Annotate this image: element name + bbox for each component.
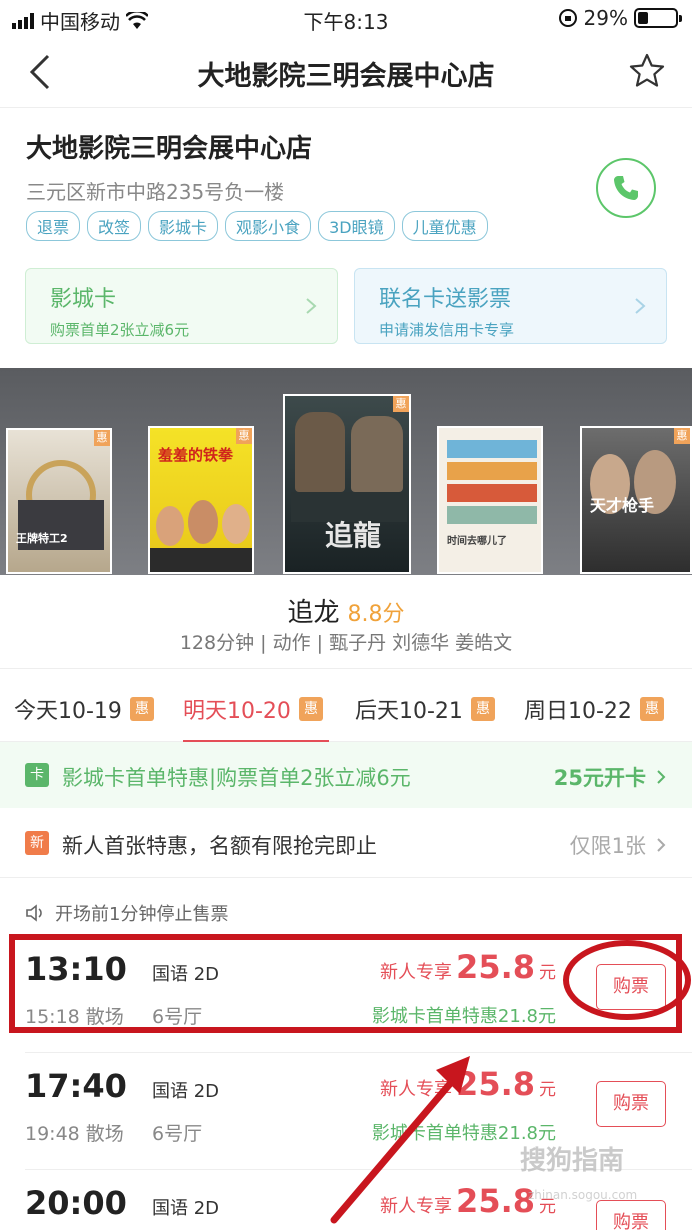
movie-score: 8.8分 <box>347 602 405 627</box>
poster-title: 羞羞的铁拳 <box>158 446 234 464</box>
annotation-arrow-icon <box>330 1056 470 1224</box>
card-badge: 卡 <box>25 763 49 787</box>
tab-label: 周日10-22 <box>524 699 632 724</box>
start-time: 17:40 <box>25 1067 127 1105</box>
speaker-icon <box>26 904 42 922</box>
promo-title: 联名卡送影票 <box>379 287 512 312</box>
nav-bar: 大地影院三明会展中心店 <box>0 36 692 108</box>
discount-badge: 惠 <box>470 697 495 721</box>
open-card-label: 25元开卡 <box>553 766 646 790</box>
tab-label: 明天10-20 <box>183 699 291 724</box>
discount-badge: 惠 <box>298 697 323 721</box>
service-tags: 退票 改签 影城卡 观影小食 3D眼镜 儿童优惠 <box>26 211 488 241</box>
tab-label: 后天10-21 <box>355 699 463 724</box>
chevron-right-icon <box>306 298 317 314</box>
tag-child-discount: 儿童优惠 <box>401 211 488 241</box>
tab-day-after[interactable]: 后天10-21 惠 <box>355 693 495 725</box>
tab-today[interactable]: 今天10-19 惠 <box>14 693 154 725</box>
movie-title: 追龙 <box>287 598 340 628</box>
promo-subtitle: 购票首单2张立减6元 <box>50 321 190 339</box>
tag-refund: 退票 <box>26 211 81 241</box>
card-offer-text: 影城卡首单特惠|购票首单2张立减6元 <box>62 766 411 790</box>
hall: 6号厅 <box>152 1123 203 1145</box>
poster-kingsman[interactable]: 王牌特工2 惠 <box>6 428 112 574</box>
promo-cinema-card[interactable]: 影城卡 购票首单2张立减6元 <box>25 268 338 344</box>
call-button[interactable] <box>596 158 656 218</box>
watermark: 搜狗指南 zhinan.sogou.com <box>520 1140 637 1202</box>
favorite-star-icon[interactable] <box>628 52 666 90</box>
orientation-lock-icon <box>558 9 577 27</box>
new-offer-text: 新人首张特惠，名额有限抢完即止 <box>62 834 377 858</box>
cinema-address[interactable]: 三元区新市中路235号负一楼 <box>26 176 284 205</box>
cinema-card-offer[interactable]: 卡 影城卡首单特惠|购票首单2张立减6元 25元开卡 <box>0 742 692 808</box>
tab-tomorrow[interactable]: 明天10-20 惠 <box>183 693 323 725</box>
watermark-url: zhinan.sogou.com <box>528 1188 638 1202</box>
watermark-text: 搜狗指南 <box>520 1146 625 1176</box>
tab-sunday[interactable]: 周日10-22 惠 <box>524 693 664 725</box>
status-bar: 中国移动 下午8:13 29% <box>0 0 692 36</box>
date-tabs: 今天10-19 惠 明天10-20 惠 后天10-21 惠 周日10-22 惠 <box>0 668 692 743</box>
discount-badge: 惠 <box>129 697 154 721</box>
buy-ticket-button[interactable]: 购票 <box>596 1200 666 1230</box>
discount-badge: 惠 <box>94 430 110 446</box>
start-time: 20:00 <box>25 1184 127 1222</box>
end-time: 19:48 散场 <box>25 1123 124 1145</box>
tag-3d-glasses: 3D眼镜 <box>318 211 395 241</box>
promo-title: 影城卡 <box>50 287 117 312</box>
highlight-oval <box>563 940 691 1020</box>
tab-label: 今天10-19 <box>14 699 122 724</box>
discount-badge: 惠 <box>236 428 252 444</box>
open-card-link[interactable]: 25元开卡 <box>554 762 666 792</box>
promo-subtitle: 申请浦发信用卡专享 <box>379 321 515 339</box>
new-user-offer[interactable]: 新 新人首张特惠，名额有限抢完即止 仅限1张 <box>0 808 692 878</box>
tag-snacks: 观影小食 <box>225 211 312 241</box>
discount-badge: 惠 <box>674 428 690 444</box>
chevron-right-icon <box>635 298 646 314</box>
limit-link[interactable]: 仅限1张 <box>570 830 666 860</box>
limit-label: 仅限1张 <box>569 834 646 858</box>
poster-title: 时间去哪儿了 <box>447 536 507 547</box>
battery-icon <box>634 8 682 28</box>
new-badge: 新 <box>25 831 49 855</box>
poster-title: 天才枪手 <box>590 496 655 515</box>
sale-notice: 开场前1分钟停止售票 <box>25 900 228 926</box>
language-format: 国语 2D <box>152 1198 220 1219</box>
page-title: 大地影院三明会展中心店 <box>197 61 495 92</box>
battery-percent: 29% <box>583 6 628 30</box>
tag-reschedule: 改签 <box>87 211 142 241</box>
movie-info: 追龙 8.8分 <box>0 592 692 629</box>
poster-bad-genius[interactable]: 天才枪手 惠 <box>580 426 692 574</box>
chevron-right-icon <box>657 770 666 784</box>
poster-carousel[interactable]: 王牌特工2 惠 羞羞的铁拳 惠 追龍 惠 时间去哪儿了 天才枪手 惠 <box>0 368 692 575</box>
promo-cobrand-card[interactable]: 联名卡送影票 申请浦发信用卡专享 <box>354 268 667 344</box>
poster-chasing-the-dragon[interactable]: 追龍 惠 <box>283 394 411 574</box>
cinema-name: 大地影院三明会展中心店 <box>26 134 313 164</box>
language-format: 国语 2D <box>152 1081 220 1102</box>
phone-icon <box>614 176 638 200</box>
discount-badge: 惠 <box>639 697 664 721</box>
discount-badge: 惠 <box>393 396 409 412</box>
poster-title: 追龍 <box>325 519 382 552</box>
buy-ticket-button[interactable]: 购票 <box>596 1081 666 1127</box>
notice-text: 开场前1分钟停止售票 <box>55 904 229 925</box>
poster-title: 王牌特工2 <box>16 532 68 545</box>
price-unit: 元 <box>539 1080 556 1100</box>
chevron-right-icon <box>657 838 666 852</box>
poster-never-say-die[interactable]: 羞羞的铁拳 惠 <box>148 426 254 574</box>
movie-meta: 128分钟 | 动作 | 甄子丹 刘德华 姜皓文 <box>179 632 513 654</box>
poster-time-gone[interactable]: 时间去哪儿了 <box>437 426 543 574</box>
tag-cinema-card: 影城卡 <box>148 211 219 241</box>
